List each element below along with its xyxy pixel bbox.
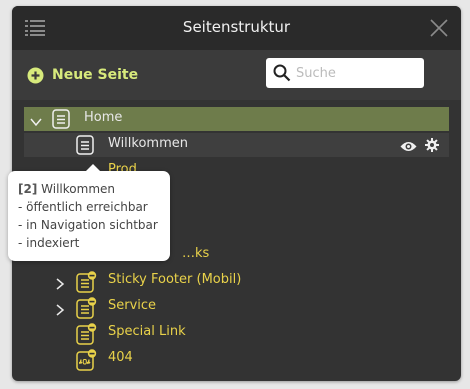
tooltip-page-title: Willkommen (41, 182, 115, 196)
page-icon-hidden (76, 271, 97, 293)
page-icon-hidden (76, 297, 97, 319)
toolbar: Neue Seite (12, 50, 461, 100)
dialog-titlebar: Seitenstruktur (12, 6, 461, 50)
page-icon (52, 109, 70, 129)
chevron-right-icon[interactable] (54, 275, 66, 290)
tree-row-special-link[interactable]: Special Link (24, 321, 449, 345)
tooltip-line: - öffentlich erreichbar (18, 200, 148, 214)
search-icon (273, 64, 291, 82)
dialog-title: Seitenstruktur (182, 18, 291, 36)
close-icon[interactable] (430, 19, 448, 37)
tree-row-willkommen[interactable]: Willkommen (24, 133, 449, 157)
tree-label: 404 (108, 350, 133, 365)
tree-row-home[interactable]: Home (24, 107, 449, 131)
tooltip-arrow (86, 164, 100, 171)
search-input[interactable] (296, 63, 418, 83)
tree-label: Home (84, 110, 123, 125)
page-icon (76, 135, 94, 155)
tooltip-line: - indexiert (18, 236, 80, 250)
tree-row-service[interactable]: Service (24, 295, 449, 319)
gear-icon[interactable] (425, 137, 439, 152)
tooltip-line: - in Navigation sichtbar (18, 218, 158, 232)
search-box (266, 58, 424, 88)
eye-icon[interactable] (400, 138, 417, 151)
tree-label: Willkommen (108, 136, 188, 151)
page-404-icon-hidden (76, 349, 97, 371)
plus-circle-icon (27, 67, 44, 84)
tree-label: Sticky Footer (Mobil) (108, 272, 242, 287)
tooltip-title-line: [2] Willkommen (18, 182, 115, 196)
tree-row-sticky-footer[interactable]: Sticky Footer (Mobil) (24, 269, 449, 293)
new-page-button[interactable]: Neue Seite (27, 64, 138, 86)
tree-label: …ks (182, 246, 210, 261)
page-info-tooltip: [2] Willkommen - öffentlich erreichbar -… (8, 164, 170, 261)
tooltip-page-id: [2] (18, 182, 38, 196)
tree-row-404[interactable]: 404 (24, 347, 449, 371)
tree-label: Service (108, 298, 157, 313)
chevron-down-icon[interactable] (30, 113, 42, 127)
chevron-right-icon[interactable] (54, 301, 66, 316)
tree-label: Special Link (108, 324, 186, 339)
page-icon-hidden (76, 323, 97, 345)
new-page-label: Neue Seite (52, 67, 139, 83)
